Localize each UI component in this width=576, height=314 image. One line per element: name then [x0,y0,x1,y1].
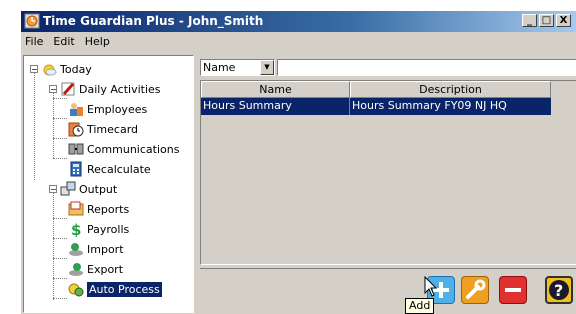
collapse-today-icon[interactable]: − [30,65,38,74]
tree-line [53,118,67,119]
tree-node-today[interactable]: Today [41,60,92,78]
employees-icon [70,103,83,116]
timecard-icon [68,122,84,137]
tree-node-payrolls[interactable]: $ Payrolls [68,220,129,238]
svg-text:$: $ [71,221,81,237]
sun-icon [43,64,57,76]
menu-help[interactable]: Help [81,33,116,51]
window-title: Time Guardian Plus - John_Smith [43,14,264,28]
tree-node-timecard[interactable]: Timecard [68,120,138,138]
filter-field-value: Name [203,61,236,74]
mouse-cursor-icon [424,276,438,297]
tree-line [34,70,35,180]
menu-bar: File Edit Help [21,33,576,51]
minus-icon [505,288,521,292]
svg-text:?: ? [554,281,563,300]
tree-label-payrolls: Payrolls [87,222,130,236]
results-grid: Name Description Hours Summary Hours Sum… [200,80,576,265]
tree-line [53,90,54,158]
dropdown-arrow-icon[interactable]: ▼ [260,60,274,75]
window-controls: _ □ X [522,14,571,29]
title-bar[interactable]: Time Guardian Plus - John_Smith _ □ X [21,11,576,32]
tree-label-recalculate: Recalculate [87,162,151,176]
grid-header: Name Description [201,81,551,98]
export-icon [69,263,83,276]
tree-node-auto-process[interactable]: Auto Process [68,280,163,298]
tree-line [53,158,67,159]
tree-label-import: Import [87,242,124,256]
tree-label-auto-process: Auto Process [86,280,163,298]
navigation-tree: − Today − Daily Activities Employees Tim… [23,55,194,313]
column-header-description[interactable]: Description [350,81,551,98]
menu-file[interactable]: File [21,33,49,51]
payroll-icon: $ [71,221,81,237]
minimize-button[interactable]: _ [522,14,537,27]
cell-description: Hours Summary FY09 NJ HQ [352,99,507,112]
app-window: Time Guardian Plus - John_Smith _ □ X Fi… [20,10,576,314]
tree-line [53,218,67,219]
maximize-button[interactable]: □ [539,14,554,27]
tree-node-output[interactable]: Output [60,180,117,198]
column-header-name[interactable]: Name [201,81,350,98]
help-button[interactable]: ? [545,276,573,304]
tree-node-reports[interactable]: Reports [68,200,129,218]
tree-node-import[interactable]: Import [68,240,124,258]
tree-label-output: Output [79,182,118,196]
output-icon [60,181,76,196]
table-row[interactable]: Hours Summary Hours Summary FY09 NJ HQ [201,98,551,115]
tree-node-export[interactable]: Export [68,260,123,278]
question-mark-icon: ? [549,280,569,300]
tree-node-communications[interactable]: Communications [68,140,179,158]
tree-label-timecard: Timecard [87,122,139,136]
reports-icon [68,201,84,216]
collapse-output-icon[interactable]: − [49,185,57,194]
communications-icon [68,143,84,155]
content-pane: Name ▼ Name Description Hours Summary Ho… [198,55,576,313]
tree-line [53,190,54,300]
calculator-icon [70,161,82,177]
tree-line [53,258,67,259]
tree-line [53,298,67,299]
tree-label-reports: Reports [87,202,130,216]
tooltip: Add [405,298,435,314]
auto-process-icon [68,283,84,297]
action-toolbar: ? [200,268,576,313]
tree-node-employees[interactable]: Employees [68,100,147,118]
tree-label-communications: Communications [87,142,180,156]
import-icon [69,243,83,256]
tree-label-employees: Employees [87,102,148,116]
pencil-icon [61,82,75,96]
delete-button[interactable] [499,276,527,304]
filter-input[interactable] [277,59,576,76]
tree-node-recalculate[interactable]: Recalculate [68,160,151,178]
wrench-icon [466,279,486,299]
tree-node-daily-activities[interactable]: Daily Activities [60,80,161,98]
tree-line [53,98,67,99]
collapse-daily-activities-icon[interactable]: − [49,85,57,94]
close-button[interactable]: X [556,14,571,27]
edit-button[interactable] [461,276,489,304]
app-icon [24,13,40,29]
tree-line [53,238,67,239]
tree-label-today: Today [60,62,92,76]
filter-field-select[interactable]: Name ▼ [200,59,275,76]
cell-name: Hours Summary [201,98,350,115]
menu-edit[interactable]: Edit [49,33,80,51]
tree-line [53,138,67,139]
tree-line [53,278,67,279]
tree-label-export: Export [87,262,124,276]
tree-label-daily-activities: Daily Activities [79,82,161,96]
